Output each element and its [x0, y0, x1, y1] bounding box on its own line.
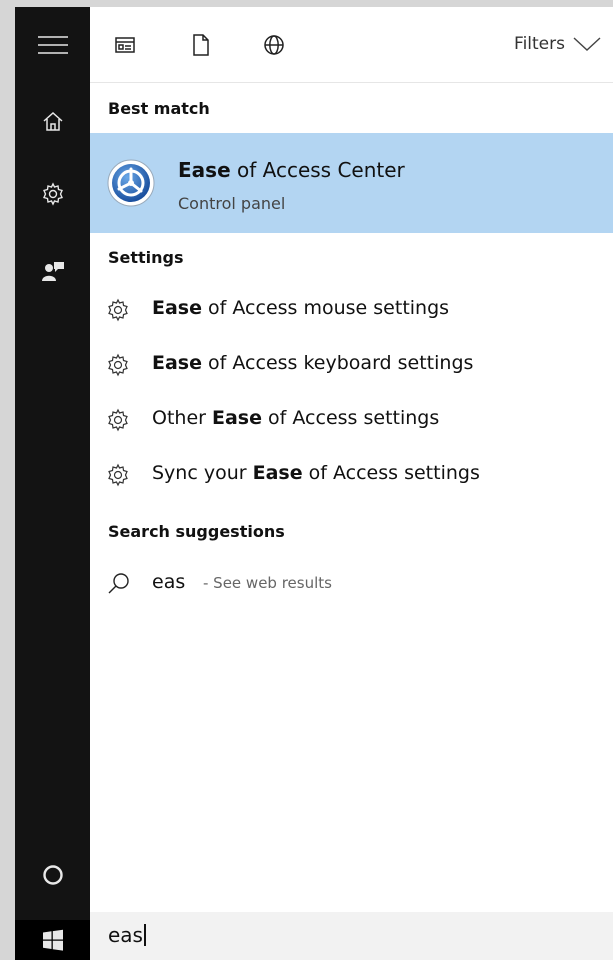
setting-result[interactable]: Other Ease of Access settings	[90, 394, 613, 446]
setting-result[interactable]: Ease of Access mouse settings	[90, 284, 613, 336]
search-input[interactable]: eas	[108, 924, 146, 946]
setting-label: Other Ease of Access settings	[152, 407, 440, 429]
web-filter-icon[interactable]	[259, 30, 289, 60]
best-match-result[interactable]: Ease of Access Center Control panel	[90, 133, 613, 233]
search-icon	[108, 573, 129, 594]
window-frame-top	[0, 0, 613, 7]
documents-filter-icon[interactable]	[186, 30, 216, 60]
settings-gear-icon	[108, 353, 128, 377]
home-icon[interactable]	[15, 101, 90, 141]
search-results-panel: Filters Best match Ease of Access Center…	[90, 7, 613, 912]
ease-of-access-icon	[107, 159, 155, 207]
best-match-heading: Best match	[108, 99, 210, 118]
setting-label: Sync your Ease of Access settings	[152, 462, 480, 484]
best-match-subtitle: Control panel	[178, 194, 286, 213]
best-match-title: Ease of Access Center	[178, 158, 405, 182]
web-suggestion[interactable]: eas - See web results	[90, 564, 613, 604]
window-frame-left	[0, 0, 15, 960]
search-box[interactable]: eas	[90, 912, 613, 960]
start-rail	[15, 7, 90, 960]
setting-result[interactable]: Ease of Access keyboard settings	[90, 339, 613, 391]
apps-filter-icon[interactable]	[110, 30, 140, 60]
settings-gear-icon[interactable]	[15, 174, 90, 214]
hamburger-menu-icon[interactable]	[15, 25, 90, 65]
setting-label: Ease of Access keyboard settings	[152, 352, 474, 374]
suggestion-query: eas	[152, 571, 186, 593]
settings-gear-icon	[108, 298, 128, 322]
settings-heading: Settings	[108, 248, 184, 267]
setting-label: Ease of Access mouse settings	[152, 297, 450, 319]
settings-gear-icon	[108, 463, 128, 487]
feedback-person-icon[interactable]	[15, 251, 90, 291]
cortana-circle-icon[interactable]	[15, 855, 90, 895]
filters-label: Filters	[514, 34, 565, 54]
filter-bar: Filters	[90, 7, 613, 83]
windows-start-icon[interactable]	[15, 920, 90, 960]
suggestion-hint: - See web results	[203, 574, 332, 592]
search-suggestions-heading: Search suggestions	[108, 522, 285, 541]
chevron-down-icon	[573, 37, 601, 51]
settings-gear-icon	[108, 408, 128, 432]
setting-result[interactable]: Sync your Ease of Access settings	[90, 449, 613, 501]
filters-dropdown[interactable]: Filters	[514, 34, 601, 54]
